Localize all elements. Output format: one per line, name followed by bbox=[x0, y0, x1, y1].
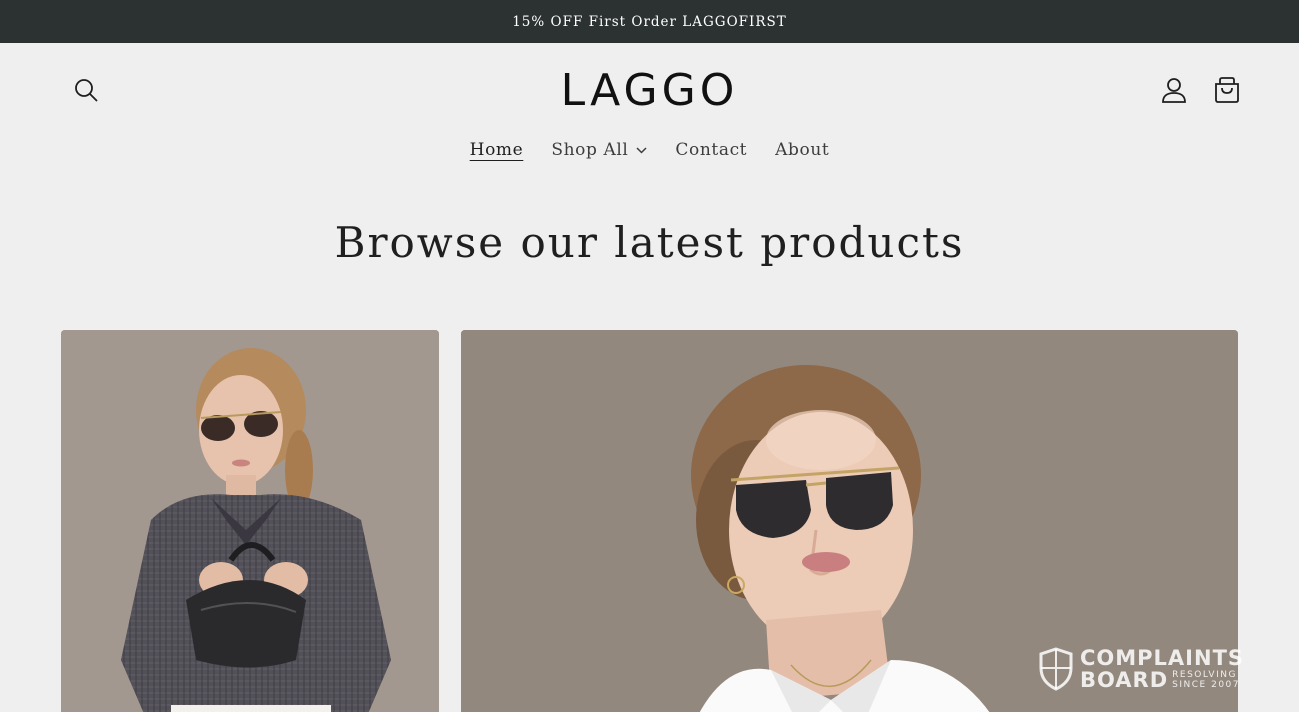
nav-item-contact[interactable]: Contact bbox=[661, 140, 761, 160]
watermark-line1: COMPLAINTS bbox=[1080, 646, 1245, 670]
announcement-bar: 15% OFF First Order LAGGOFIRST bbox=[0, 0, 1299, 43]
main-nav: Home Shop All Contact About bbox=[0, 134, 1299, 166]
cart-icon bbox=[1215, 77, 1239, 103]
shield-icon bbox=[1039, 647, 1073, 691]
nav-item-label: About bbox=[775, 140, 830, 160]
site-header: LAGGO bbox=[0, 43, 1299, 138]
product-image bbox=[61, 330, 439, 712]
nav-item-shop-all[interactable]: Shop All bbox=[537, 140, 661, 160]
watermark-line2: BOARD bbox=[1080, 668, 1169, 692]
complaints-board-watermark: COMPLAINTS BOARD RESOLVING SINCE 2007 bbox=[1038, 646, 1244, 692]
watermark-small2: SINCE 2007 bbox=[1172, 680, 1240, 690]
cart-button[interactable] bbox=[1207, 70, 1247, 110]
nav-item-label: Contact bbox=[675, 140, 748, 160]
nav-item-label: Home bbox=[469, 140, 524, 160]
nav-item-home[interactable]: Home bbox=[456, 140, 538, 160]
watermark-small1: RESOLVING bbox=[1172, 670, 1237, 680]
nav-item-about[interactable]: About bbox=[761, 140, 843, 160]
nav-item-label: Shop All bbox=[551, 140, 629, 160]
announcement-text: 15% OFF First Order LAGGOFIRST bbox=[512, 13, 787, 30]
site-logo[interactable]: LAGGO bbox=[0, 65, 1299, 116]
chevron-down-icon bbox=[636, 146, 647, 154]
account-button[interactable] bbox=[1154, 70, 1194, 110]
section-heading: Browse our latest products bbox=[334, 218, 965, 267]
product-card[interactable] bbox=[61, 330, 439, 712]
user-icon bbox=[1162, 78, 1186, 103]
